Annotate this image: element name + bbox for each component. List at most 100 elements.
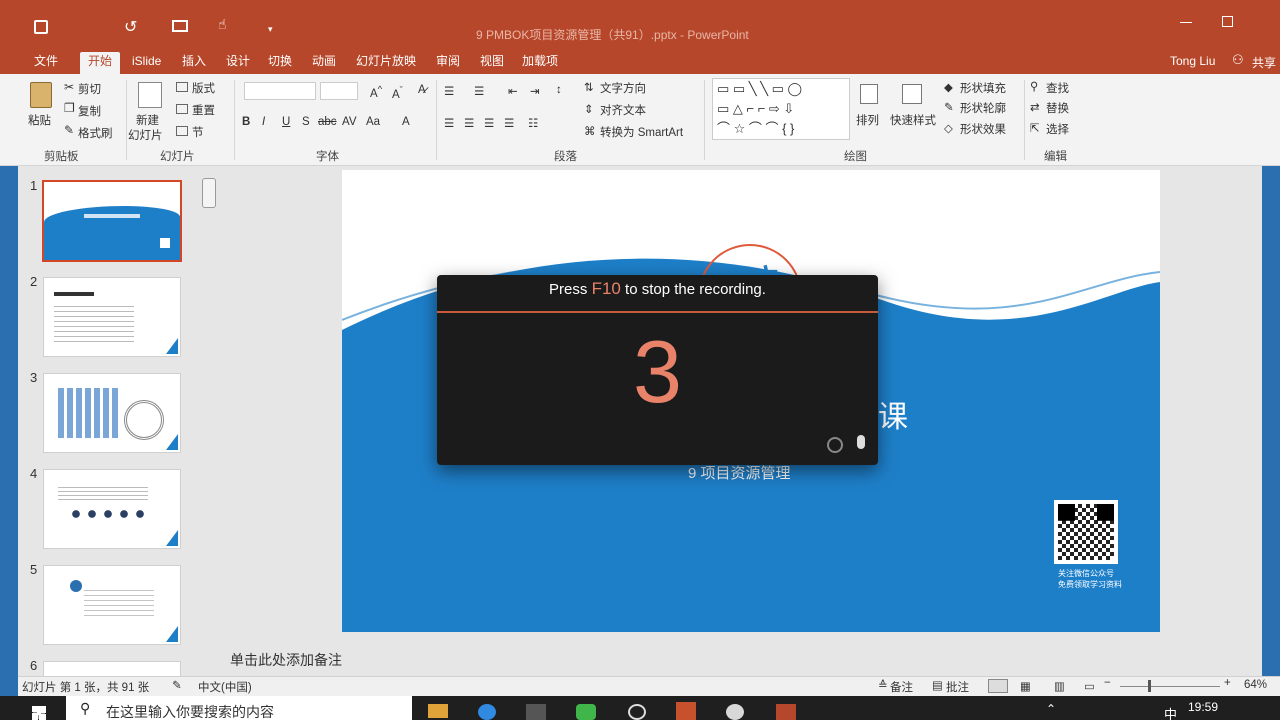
clock-app-icon[interactable] xyxy=(628,704,646,720)
justify-icon[interactable]: ☰ xyxy=(504,116,514,130)
windows-start-icon[interactable] xyxy=(32,706,46,720)
numbering-icon[interactable]: ☰ xyxy=(474,84,484,98)
find-button[interactable]: 查找 xyxy=(1046,80,1069,96)
normal-view-icon[interactable] xyxy=(988,679,1008,693)
thumbnail-slide-3[interactable] xyxy=(44,374,180,452)
powerpoint-icon[interactable] xyxy=(676,702,696,720)
grow-font-icon[interactable]: A^ xyxy=(370,84,382,100)
quick-styles-icon[interactable] xyxy=(902,84,922,104)
thumbnail-slide-4[interactable] xyxy=(44,470,180,548)
file-explorer-icon[interactable] xyxy=(428,704,448,718)
paste-icon[interactable] xyxy=(30,82,52,108)
minimize-icon[interactable] xyxy=(1180,22,1192,23)
align-left-icon[interactable]: ☰ xyxy=(444,116,454,130)
tab-slideshow[interactable]: 幻灯片放映 xyxy=(348,52,424,74)
shadow-icon[interactable]: S xyxy=(302,116,310,128)
zoom-slider[interactable] xyxy=(1120,686,1220,687)
replace-icon[interactable]: ⇄ xyxy=(1030,100,1040,114)
new-slide-label-1[interactable]: 新建 xyxy=(136,112,159,128)
share-label[interactable]: 共享 xyxy=(1252,54,1276,71)
replace-button[interactable]: 替换 xyxy=(1046,100,1069,116)
align-text-icon[interactable]: ⇕ xyxy=(584,102,594,116)
reading-view-icon[interactable]: ▥ xyxy=(1054,679,1065,693)
layout-button[interactable]: 版式 xyxy=(192,80,215,96)
shape-fill-icon[interactable]: ◆ xyxy=(944,80,953,94)
webcam-icon[interactable] xyxy=(827,437,843,453)
maximize-icon[interactable] xyxy=(1222,16,1233,27)
decrease-indent-icon[interactable]: ⇤ xyxy=(508,84,518,98)
undo-icon[interactable]: ↺ xyxy=(124,17,137,37)
shrink-font-icon[interactable]: Aˇ xyxy=(392,85,403,101)
notes-button[interactable]: 备注 xyxy=(890,679,913,695)
reset-icon[interactable] xyxy=(176,104,188,114)
arrange-icon[interactable] xyxy=(860,84,878,104)
font-size-box[interactable] xyxy=(320,82,358,100)
thumbnail-slide-2[interactable] xyxy=(44,278,180,356)
increase-indent-icon[interactable]: ⇥ xyxy=(530,84,540,98)
align-center-icon[interactable]: ☰ xyxy=(464,116,474,130)
bullets-icon[interactable]: ☰ xyxy=(444,84,454,98)
spellcheck-icon[interactable]: ✎ xyxy=(172,678,182,692)
select-icon[interactable]: ⇱ xyxy=(1030,121,1040,135)
align-text-button[interactable]: 对齐文本 xyxy=(600,102,646,118)
clock[interactable]: 19:59 xyxy=(1188,700,1218,714)
app-icon[interactable] xyxy=(526,704,546,720)
shape-outline-button[interactable]: 形状轮廓 xyxy=(960,100,1006,116)
cut-icon[interactable]: ✂ xyxy=(64,80,74,94)
tab-design[interactable]: 设计 xyxy=(218,52,258,74)
bold-icon[interactable]: B xyxy=(242,116,250,128)
text-direction-button[interactable]: 文字方向 xyxy=(600,80,646,96)
find-icon[interactable]: ⚲ xyxy=(1030,79,1038,93)
scroll-handle[interactable] xyxy=(202,178,216,208)
italic-icon[interactable]: I xyxy=(262,116,265,128)
zoom-in-icon[interactable]: + xyxy=(1224,677,1231,689)
format-painter-icon[interactable]: ✎ xyxy=(64,123,74,137)
line-spacing-icon[interactable]: ↕ xyxy=(556,84,562,96)
quick-styles-button[interactable]: 快速样式 xyxy=(890,112,936,128)
thumbnail-slide-6[interactable] xyxy=(44,662,180,676)
shape-outline-icon[interactable]: ✎ xyxy=(944,100,954,114)
new-slide-label-2[interactable]: 幻灯片 xyxy=(128,127,163,143)
clear-format-icon[interactable]: A̷ xyxy=(418,84,426,96)
zoom-level[interactable]: 64% xyxy=(1244,679,1267,691)
new-slide-icon[interactable] xyxy=(138,82,162,108)
comments-button[interactable]: 批注 xyxy=(946,679,969,695)
copy-icon[interactable]: ❐ xyxy=(64,101,75,115)
media-player-icon[interactable] xyxy=(726,704,744,720)
font-name-box[interactable] xyxy=(244,82,316,100)
save-icon[interactable] xyxy=(34,20,48,34)
slideshow-view-icon[interactable]: ▭ xyxy=(1084,679,1095,693)
microphone-icon[interactable] xyxy=(857,435,865,449)
comments-icon[interactable]: ▤ xyxy=(932,678,943,692)
reset-button[interactable]: 重置 xyxy=(192,102,215,118)
select-button[interactable]: 选择 xyxy=(1046,121,1069,137)
user-name[interactable]: Tong Liu xyxy=(1170,54,1215,68)
tab-view[interactable]: 视图 xyxy=(472,52,512,74)
share-icon[interactable]: ⚇ xyxy=(1232,52,1244,68)
notes-placeholder[interactable]: 单击此处添加备注 xyxy=(230,650,342,670)
section-button[interactable]: 节 xyxy=(192,124,204,140)
slide-sorter-icon[interactable]: ▦ xyxy=(1020,679,1031,693)
tab-home[interactable]: 开始 xyxy=(80,52,121,74)
font-color-icon[interactable]: A xyxy=(402,116,410,128)
tab-islide[interactable]: iSlide xyxy=(124,52,169,74)
language[interactable]: 中文(中国) xyxy=(198,679,252,695)
change-case-icon[interactable]: Aa xyxy=(366,116,380,128)
ime-indicator[interactable]: 中 xyxy=(1164,704,1177,720)
touch-mode-icon[interactable]: ☝ xyxy=(218,16,227,33)
shape-effects-icon[interactable]: ◇ xyxy=(944,121,953,135)
tab-animations[interactable]: 动画 xyxy=(304,52,344,74)
tab-review[interactable]: 审阅 xyxy=(428,52,468,74)
paste-button[interactable]: 粘贴 xyxy=(28,112,51,128)
arrange-button[interactable]: 排列 xyxy=(856,112,879,128)
shape-fill-button[interactable]: 形状填充 xyxy=(960,80,1006,96)
smartart-button[interactable]: 转换为 SmartArt xyxy=(600,124,683,140)
notes-icon[interactable]: ≙ xyxy=(878,678,888,692)
taskbar-search[interactable]: ⚲ 在这里输入你要搜索的内容 xyxy=(66,696,412,720)
tray-chevron-icon[interactable]: ⌃ xyxy=(1046,702,1056,716)
customize-qat-icon[interactable]: ▾ xyxy=(268,24,273,35)
thumbnail-slide-5[interactable] xyxy=(44,566,180,644)
layout-icon[interactable] xyxy=(176,82,188,92)
char-spacing-icon[interactable]: AV xyxy=(342,116,357,128)
edge-icon[interactable] xyxy=(478,704,496,720)
